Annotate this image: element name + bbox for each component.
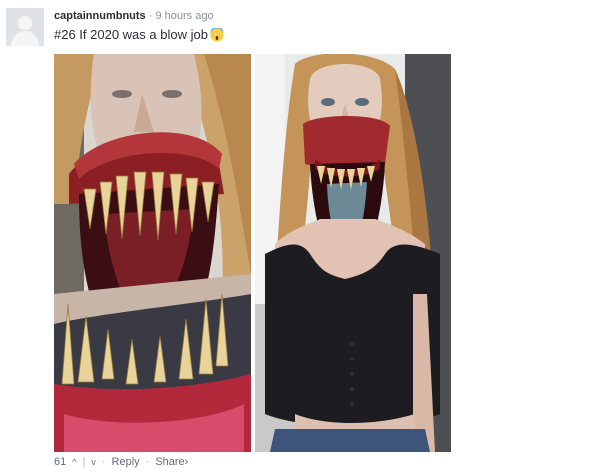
dot-separator: · (101, 456, 106, 468)
zombie-makeup-full-body-image (255, 54, 451, 452)
share-label: Share (155, 456, 185, 468)
upvote-icon[interactable]: ^ (72, 457, 76, 467)
avatar[interactable] (6, 8, 44, 46)
timestamp[interactable]: 9 hours ago (155, 10, 213, 22)
comment-header: captainnumbnuts · 9 hours ago (54, 10, 214, 22)
screaming-face-emoji-icon (210, 27, 224, 41)
dot-separator: · (145, 456, 150, 468)
avatar-placeholder-icon (6, 8, 44, 46)
username[interactable]: captainnumbnuts (54, 10, 146, 22)
photo-zombie-closeup[interactable] (54, 54, 251, 452)
downvote-icon[interactable]: v (91, 457, 96, 467)
meta-separator: · (148, 10, 153, 22)
share-button[interactable]: Share› (155, 456, 188, 468)
comment-body: #26 If 2020 was a blow job (54, 27, 224, 42)
photo-zombie-full-body[interactable] (255, 54, 451, 452)
comment-actions: 61 ^ | v · Reply · Share› (54, 456, 188, 468)
comment-text: #26 If 2020 was a blow job (54, 27, 208, 42)
image-gallery (54, 54, 451, 452)
reply-button[interactable]: Reply (112, 456, 140, 468)
zombie-makeup-closeup-image (54, 54, 251, 452)
chevron-right-icon: › (184, 456, 189, 468)
upvote-count: 61 (54, 456, 67, 468)
vote-divider: | (82, 456, 86, 468)
